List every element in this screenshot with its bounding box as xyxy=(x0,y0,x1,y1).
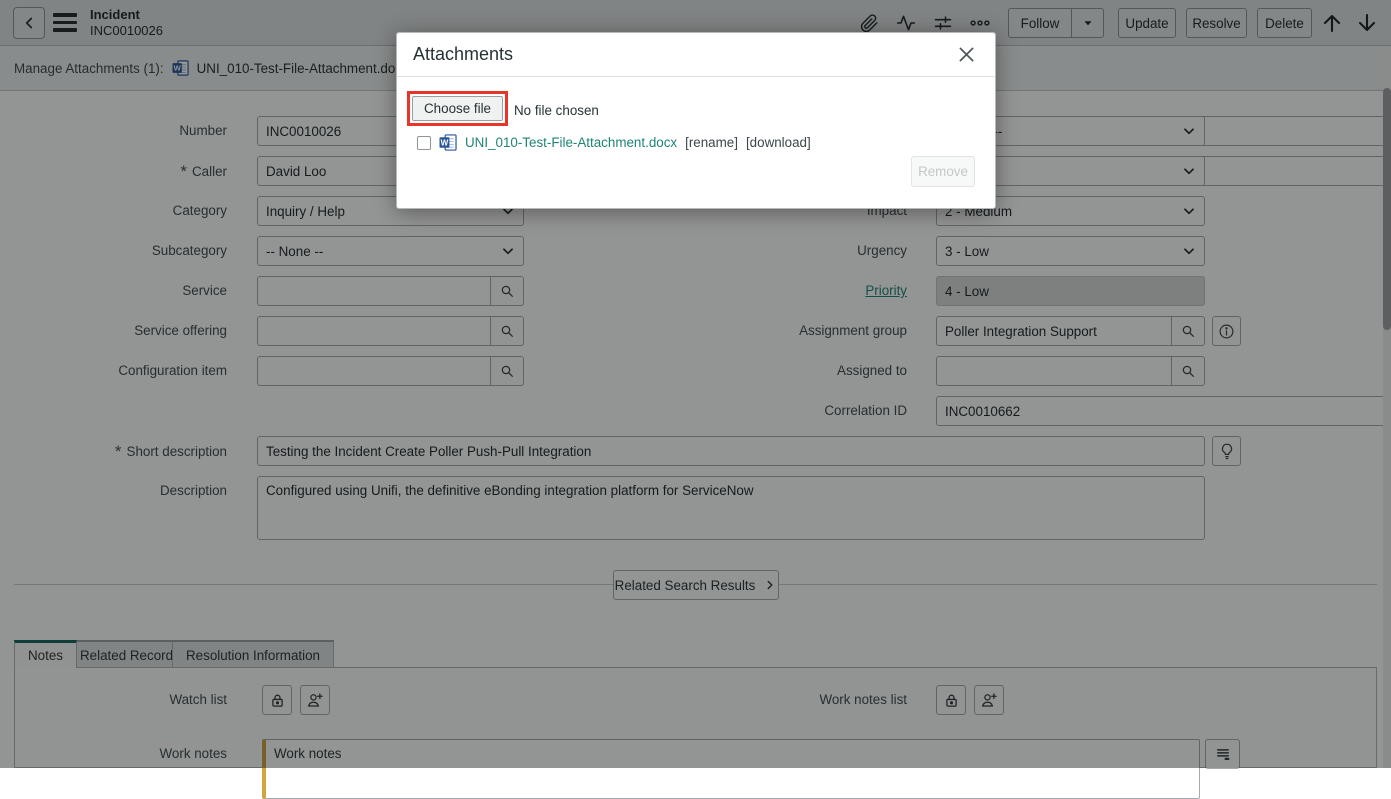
choose-file-highlight-box: Choose file xyxy=(407,91,508,126)
attachment-checkbox[interactable] xyxy=(417,135,431,150)
no-file-chosen-label: No file chosen xyxy=(514,103,599,118)
remove-button[interactable]: Remove xyxy=(911,156,975,187)
modal-close-button[interactable] xyxy=(953,42,979,68)
modal-title: Attachments xyxy=(413,44,514,64)
rename-link[interactable]: [rename] xyxy=(685,135,738,150)
download-link[interactable]: [download] xyxy=(746,135,811,150)
close-icon xyxy=(956,44,977,65)
attachments-modal: Attachments Choose file No file chosen U… xyxy=(396,32,996,209)
attachment-row: UNI_010-Test-File-Attachment.docx [renam… xyxy=(417,134,811,151)
attachment-file-link[interactable]: UNI_010-Test-File-Attachment.docx xyxy=(465,135,677,150)
choose-file-button[interactable]: Choose file xyxy=(412,96,503,121)
word-file-icon xyxy=(439,134,457,151)
